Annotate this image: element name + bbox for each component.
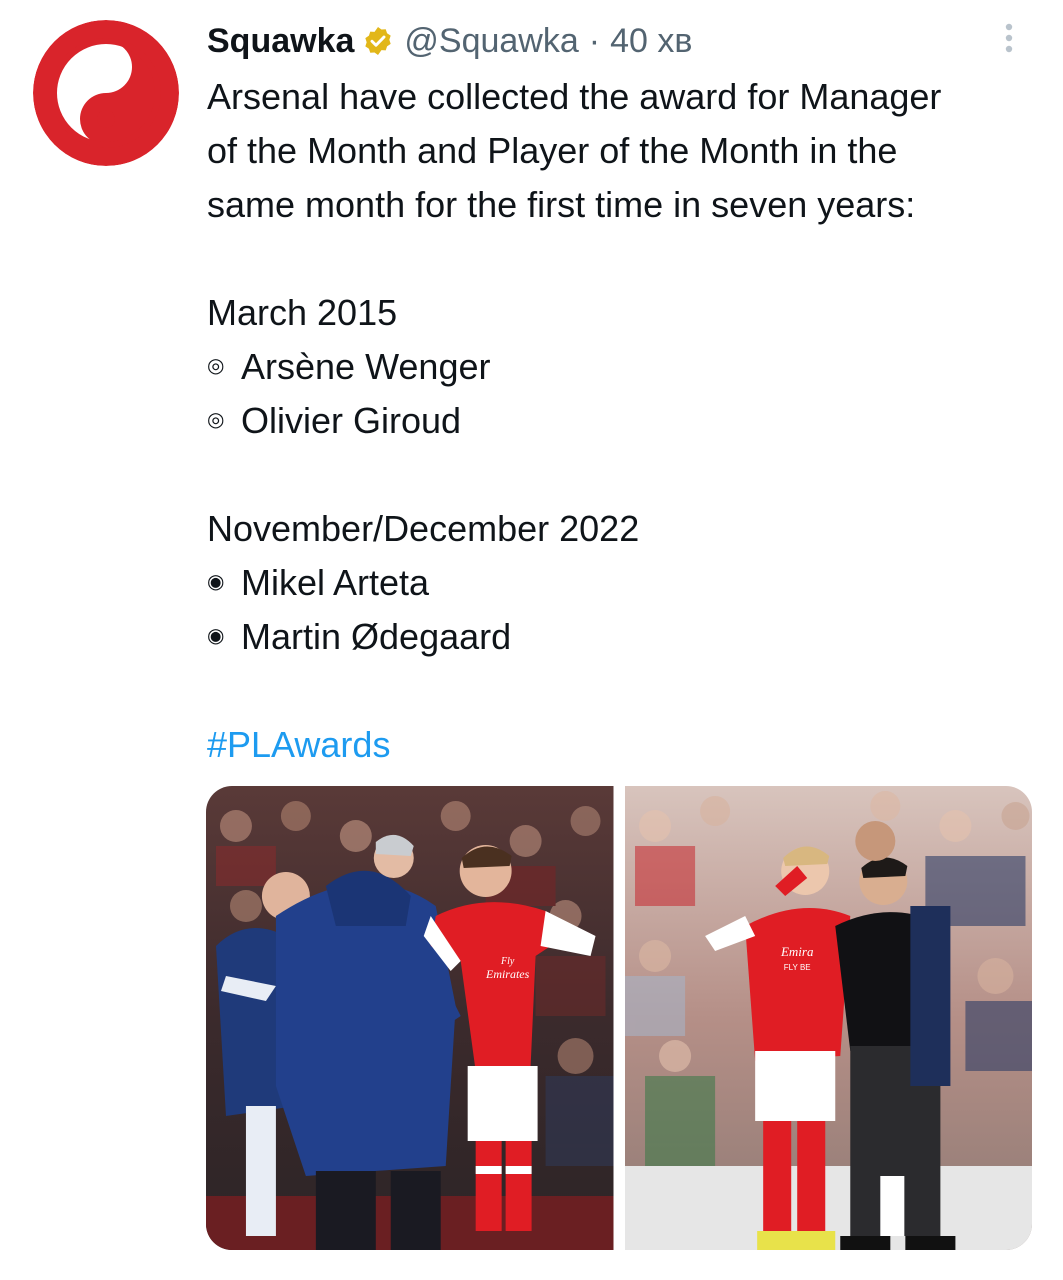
tweet-text-line: same month for the first time in seven y… xyxy=(207,184,916,225)
list-item: ◎ Arsène Wenger xyxy=(207,340,1042,394)
timestamp[interactable]: 40 хв xyxy=(610,22,692,61)
squawka-logo-icon xyxy=(33,20,179,166)
verified-badge-icon xyxy=(365,27,392,55)
bullet-icon: ◉ xyxy=(207,571,225,594)
section-heading: November/December 2022 xyxy=(207,508,640,549)
more-vertical-icon[interactable] xyxy=(996,18,1022,58)
kit-sponsor-text: FLY BE xyxy=(783,963,810,972)
list-item: ◎ Olivier Giroud xyxy=(207,394,1042,448)
tweet-header: Squawka @Squawka · 40 хв xyxy=(207,18,692,64)
section-heading: March 2015 xyxy=(207,292,398,333)
bullet-icon: ◎ xyxy=(207,355,225,378)
list-item-label: Martin Ødegaard xyxy=(241,616,512,657)
list-item-label: Arsène Wenger xyxy=(241,346,491,387)
bullet-icon: ◎ xyxy=(207,409,225,432)
list-item-label: Mikel Arteta xyxy=(241,562,430,603)
tweet-text-line: of the Month and Player of the Month in … xyxy=(207,130,898,171)
media-grid: Fly Emirates Emira FLY BE xyxy=(206,786,1032,1250)
bullet-icon: ◉ xyxy=(207,625,225,648)
display-name[interactable]: Squawka xyxy=(207,22,354,61)
list-item: ◉ Mikel Arteta xyxy=(207,556,1042,610)
avatar[interactable] xyxy=(33,20,179,166)
handle[interactable]: @Squawka xyxy=(404,22,578,61)
photo-illustration: Fly Emirates xyxy=(206,786,614,1250)
kit-sponsor-text: Fly xyxy=(500,956,515,967)
kit-sponsor-text: Emirates xyxy=(485,967,530,981)
hashtag-link[interactable]: #PLAwards xyxy=(207,718,390,772)
meta-separator: · xyxy=(588,21,601,60)
list-item: ◉ Martin Ødegaard xyxy=(207,610,1042,664)
photo-odegaard-arteta[interactable]: Emira FLY BE xyxy=(624,786,1032,1250)
tweet-text: Arsenal have collected the award for Man… xyxy=(207,70,1042,664)
list-item-label: Olivier Giroud xyxy=(241,400,462,441)
tweet-text-line: Arsenal have collected the award for Man… xyxy=(207,76,942,117)
photo-wenger-giroud[interactable]: Fly Emirates xyxy=(206,786,614,1250)
kit-sponsor-text: Emira xyxy=(779,944,813,959)
photo-illustration: Emira FLY BE xyxy=(624,786,1032,1250)
